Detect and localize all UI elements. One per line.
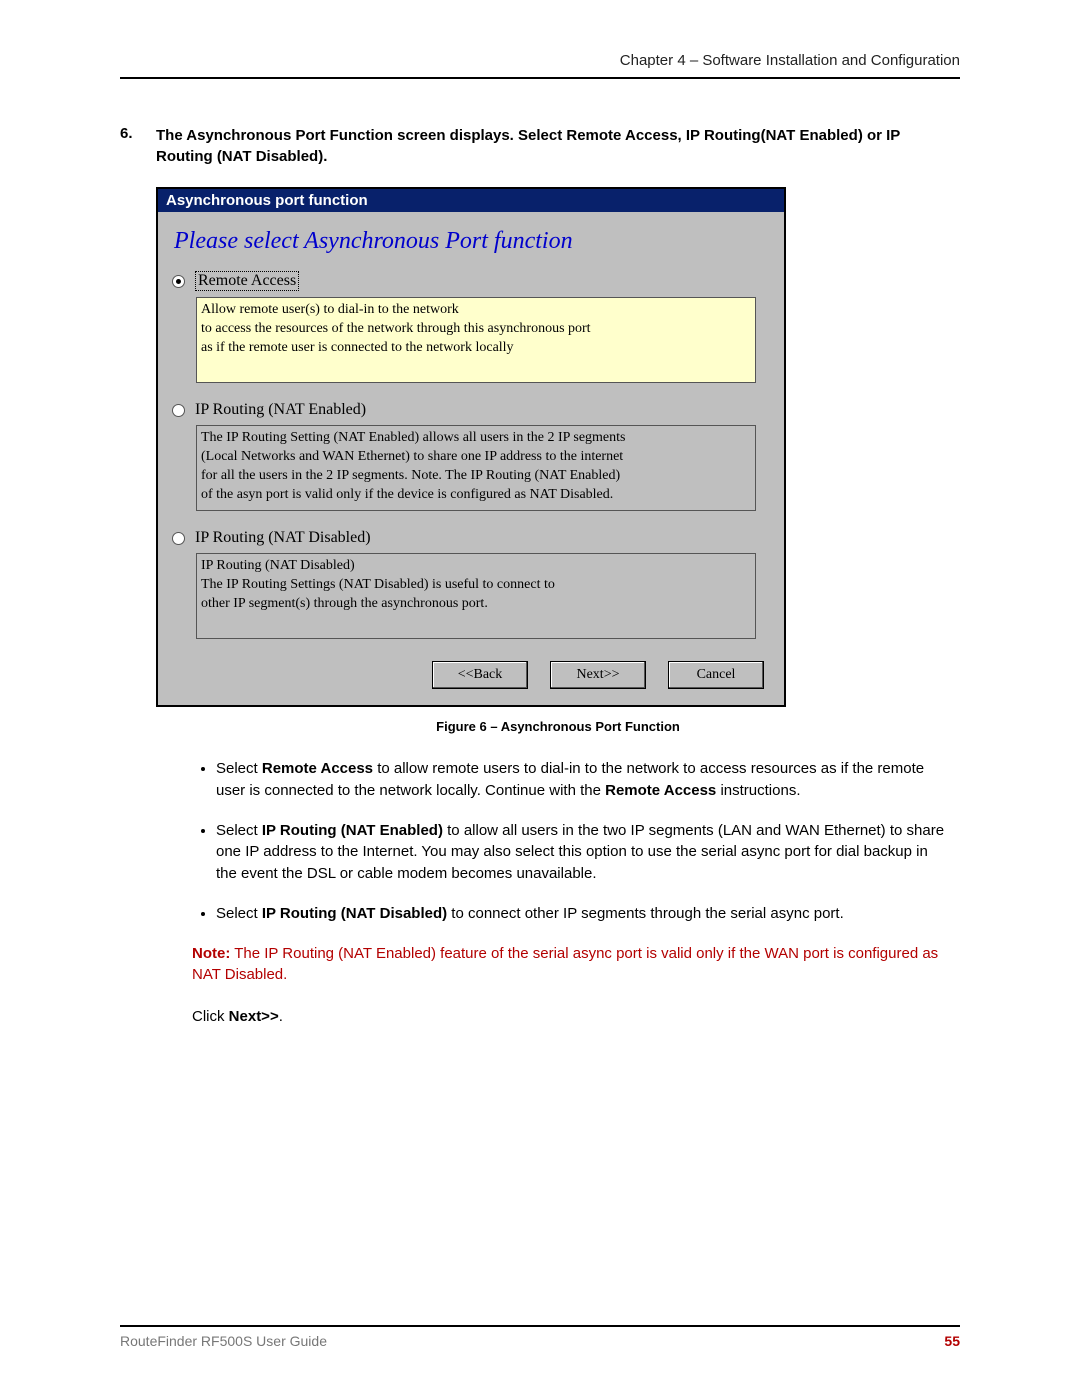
radio-icon[interactable] [172,532,185,545]
option-desc-nat-disabled: IP Routing (NAT Disabled) The IP Routing… [196,553,756,639]
radio-icon[interactable] [172,404,185,417]
window-titlebar: Asynchronous port function [158,189,784,212]
back-button[interactable]: <<Back [432,661,528,689]
screenshot-area: Asynchronous port function Please select… [156,187,960,1025]
radio-icon[interactable] [172,275,185,288]
page-footer: RouteFinder RF500S User Guide 55 [120,1325,960,1349]
window-body: Please select Asynchronous Port function… [158,212,784,705]
chapter-header: Chapter 4 – Software Installation and Co… [120,52,960,79]
page-number: 55 [944,1333,960,1349]
step-number: 6. [120,125,156,167]
bullet-item: Select Remote Access to allow remote use… [216,758,950,802]
option-desc-nat-enabled: The IP Routing Setting (NAT Enabled) all… [196,425,756,511]
button-row: <<Back Next>> Cancel [172,657,770,691]
window-heading: Please select Asynchronous Port function [174,228,770,255]
option-label: IP Routing (NAT Disabled) [195,529,371,547]
bullet-item: Select IP Routing (NAT Enabled) to allow… [216,820,950,885]
figure-caption: Figure 6 – Asynchronous Port Function [156,719,960,734]
option-nat-disabled[interactable]: IP Routing (NAT Disabled) [172,529,770,547]
footer-title: RouteFinder RF500S User Guide [120,1333,327,1349]
option-label: Remote Access [195,271,299,291]
option-label: IP Routing (NAT Enabled) [195,401,366,419]
cancel-button[interactable]: Cancel [668,661,764,689]
option-remote-access[interactable]: Remote Access [172,271,770,291]
next-button[interactable]: Next>> [550,661,646,689]
step-text: The Asynchronous Port Function screen di… [156,125,960,167]
dialog-window: Asynchronous port function Please select… [156,187,786,707]
bullet-item: Select IP Routing (NAT Disabled) to conn… [216,903,950,925]
note-text: Note: The IP Routing (NAT Enabled) featu… [192,943,950,987]
option-nat-enabled[interactable]: IP Routing (NAT Enabled) [172,401,770,419]
option-desc-remote-access: Allow remote user(s) to dial-in to the n… [196,297,756,383]
bullet-list: Select Remote Access to allow remote use… [216,758,950,925]
click-next: Click Next>>. [192,1008,960,1025]
page: Chapter 4 – Software Installation and Co… [0,0,1080,1397]
step-6: 6. The Asynchronous Port Function screen… [120,125,960,167]
